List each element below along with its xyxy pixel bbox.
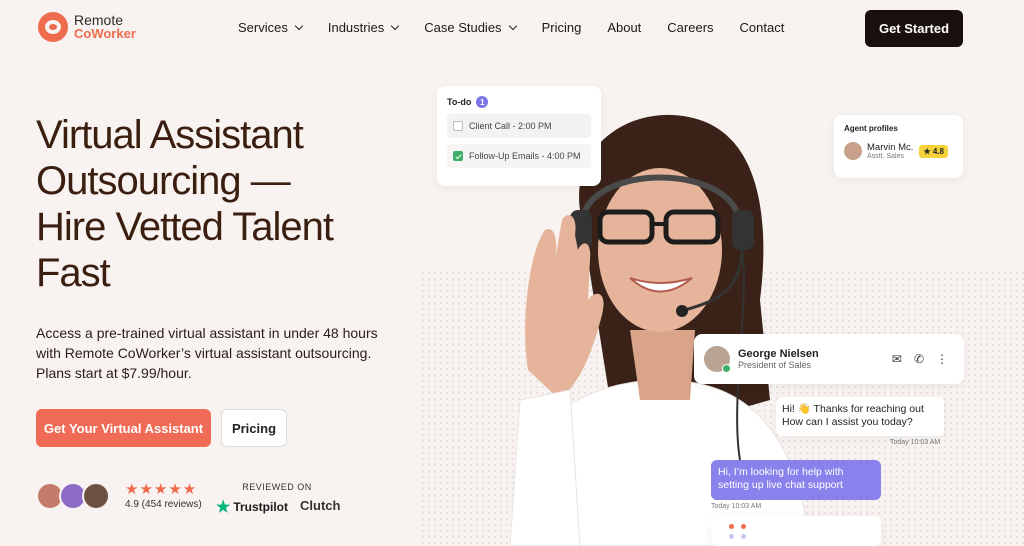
outgoing-message: Hi, I’m looking for help with setting up…	[711, 460, 881, 500]
phone-icon[interactable]: ✆	[914, 352, 924, 366]
main-menu: Services Industries Case Studies Pricing…	[238, 20, 810, 35]
more-options-icon[interactable]: ⋮	[936, 352, 948, 366]
chat-header: George Nielsen President of Sales ✉ ✆ ⋮	[694, 334, 964, 384]
avatar	[704, 346, 731, 373]
chat-contact-role: President of Sales	[738, 360, 812, 370]
chevron-down-icon	[390, 21, 400, 30]
nav-industries[interactable]: Industries	[328, 20, 400, 35]
chat-contact-name: George Nielsen	[738, 348, 819, 360]
rating-stars: ★★★★★	[125, 481, 198, 498]
chevron-down-icon	[508, 21, 517, 30]
agent-rating-badge: ★ 4.8	[919, 144, 948, 158]
trustpilot-logo[interactable]: ★ Trustpilot	[216, 497, 288, 517]
pricing-button[interactable]: Pricing	[221, 409, 287, 447]
agent-name: Marvin Mc.	[867, 142, 914, 153]
incoming-message: Hi! 👋 Thanks for reaching out How can I …	[776, 397, 944, 436]
clutch-logo[interactable]: Clutch	[300, 498, 340, 513]
chevron-down-icon	[294, 21, 304, 30]
todo-item[interactable]: Follow-Up Emails - 4:00 PM	[447, 144, 591, 168]
rating-text: 4.9 (454 reviews)	[125, 499, 202, 510]
hero-subtext: Access a pre-trained virtual assistant i…	[36, 325, 378, 381]
nav-pricing[interactable]: Pricing	[542, 20, 582, 35]
page-title: Virtual Assistant Outsourcing — Hire Vet…	[36, 113, 334, 295]
get-virtual-assistant-button[interactable]: Get Your Virtual Assistant	[36, 409, 211, 447]
agent-row[interactable]: Marvin Mc. Asstt. Sales ★ 4.8	[844, 142, 953, 160]
agent-profiles-title: Agent profiles	[844, 124, 898, 133]
checkbox[interactable]	[453, 121, 463, 131]
todo-card: To-do 1 Client Call - 2:00 PM Follow-Up …	[437, 86, 601, 186]
nav-case-studies[interactable]: Case Studies	[424, 20, 517, 35]
todo-count-badge: 1	[476, 96, 489, 108]
logo-icon	[38, 12, 68, 42]
agent-role: Asstt. Sales	[867, 153, 904, 160]
top-nav: Remote CoWorker Services Industries Case…	[0, 0, 1024, 58]
typing-indicator	[711, 516, 881, 546]
get-started-button[interactable]: Get Started	[865, 10, 963, 47]
message-timestamp: Today 10:03 AM	[711, 503, 762, 510]
nav-about[interactable]: About	[607, 20, 641, 35]
logo-text-remote: Remote	[74, 12, 124, 28]
agent-profiles-card: Agent profiles Marvin Mc. Asstt. Sales ★…	[834, 115, 963, 178]
todo-item[interactable]: Client Call - 2:00 PM	[447, 114, 591, 138]
typing-dot	[729, 534, 734, 539]
customer-avatars	[36, 482, 110, 510]
avatar	[82, 482, 110, 510]
checkbox-checked[interactable]	[453, 151, 463, 161]
typing-dot	[729, 524, 734, 529]
star-icon: ★	[216, 499, 231, 516]
logo[interactable]: Remote CoWorker	[38, 12, 136, 42]
nav-services[interactable]: Services	[238, 20, 304, 35]
avatar	[844, 142, 862, 160]
mail-icon[interactable]: ✉	[892, 352, 902, 366]
logo-text-coworker: CoWorker	[74, 26, 136, 41]
nav-careers[interactable]: Careers	[667, 20, 713, 35]
message-timestamp: Today 10:03 AM	[890, 439, 941, 446]
reviewed-on-label: REVIEWED ON	[242, 482, 312, 492]
typing-dot	[741, 524, 746, 529]
nav-contact[interactable]: Contact	[740, 20, 785, 35]
typing-dot	[741, 534, 746, 539]
todo-title: To-do	[447, 97, 472, 107]
